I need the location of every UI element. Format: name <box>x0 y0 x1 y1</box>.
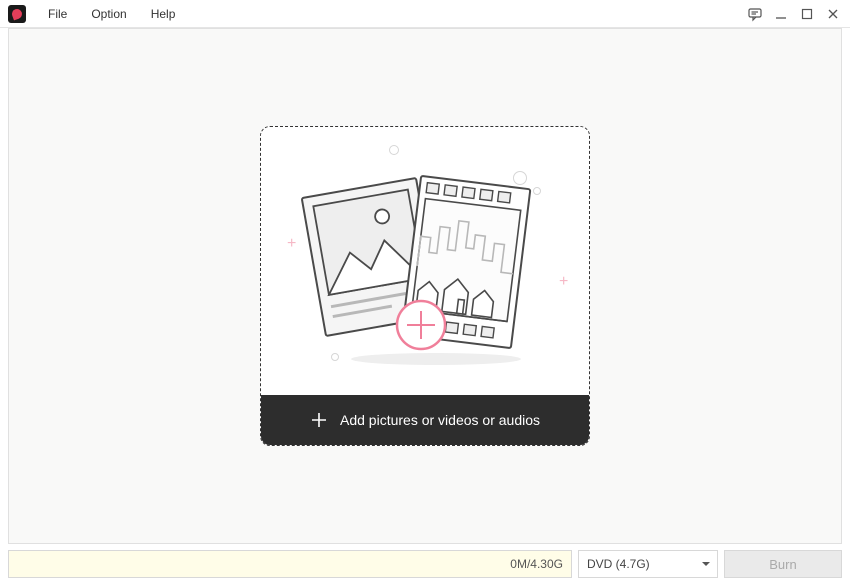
plus-icon <box>310 411 328 429</box>
add-media-button[interactable]: Add pictures or videos or audios <box>261 395 589 445</box>
menu-option[interactable]: Option <box>79 3 138 25</box>
maximize-icon[interactable] <box>798 5 816 23</box>
menu-bar: File Option Help <box>0 0 850 28</box>
drop-zone[interactable]: + + <box>260 126 590 446</box>
chevron-down-icon <box>701 559 711 569</box>
disc-type-selected: DVD (4.7G) <box>587 557 650 571</box>
menu-file[interactable]: File <box>36 3 79 25</box>
feedback-icon[interactable] <box>746 5 764 23</box>
minimize-icon[interactable] <box>772 5 790 23</box>
disc-type-select[interactable]: DVD (4.7G) <box>578 550 718 578</box>
capacity-text: 0M/4.30G <box>510 557 563 571</box>
add-media-label: Add pictures or videos or audios <box>340 412 540 428</box>
close-icon[interactable] <box>824 5 842 23</box>
add-badge-icon <box>397 301 445 349</box>
capacity-bar: 0M/4.30G <box>8 550 572 578</box>
bottom-bar: 0M/4.30G DVD (4.7G) Burn <box>8 550 842 578</box>
content-area: + + <box>8 28 842 544</box>
burn-button[interactable]: Burn <box>724 550 842 578</box>
app-logo-icon <box>8 5 26 23</box>
drop-zone-illustration: + + <box>261 127 589 395</box>
window-controls <box>746 5 842 23</box>
burn-button-label: Burn <box>769 557 796 572</box>
menu-help[interactable]: Help <box>139 3 188 25</box>
